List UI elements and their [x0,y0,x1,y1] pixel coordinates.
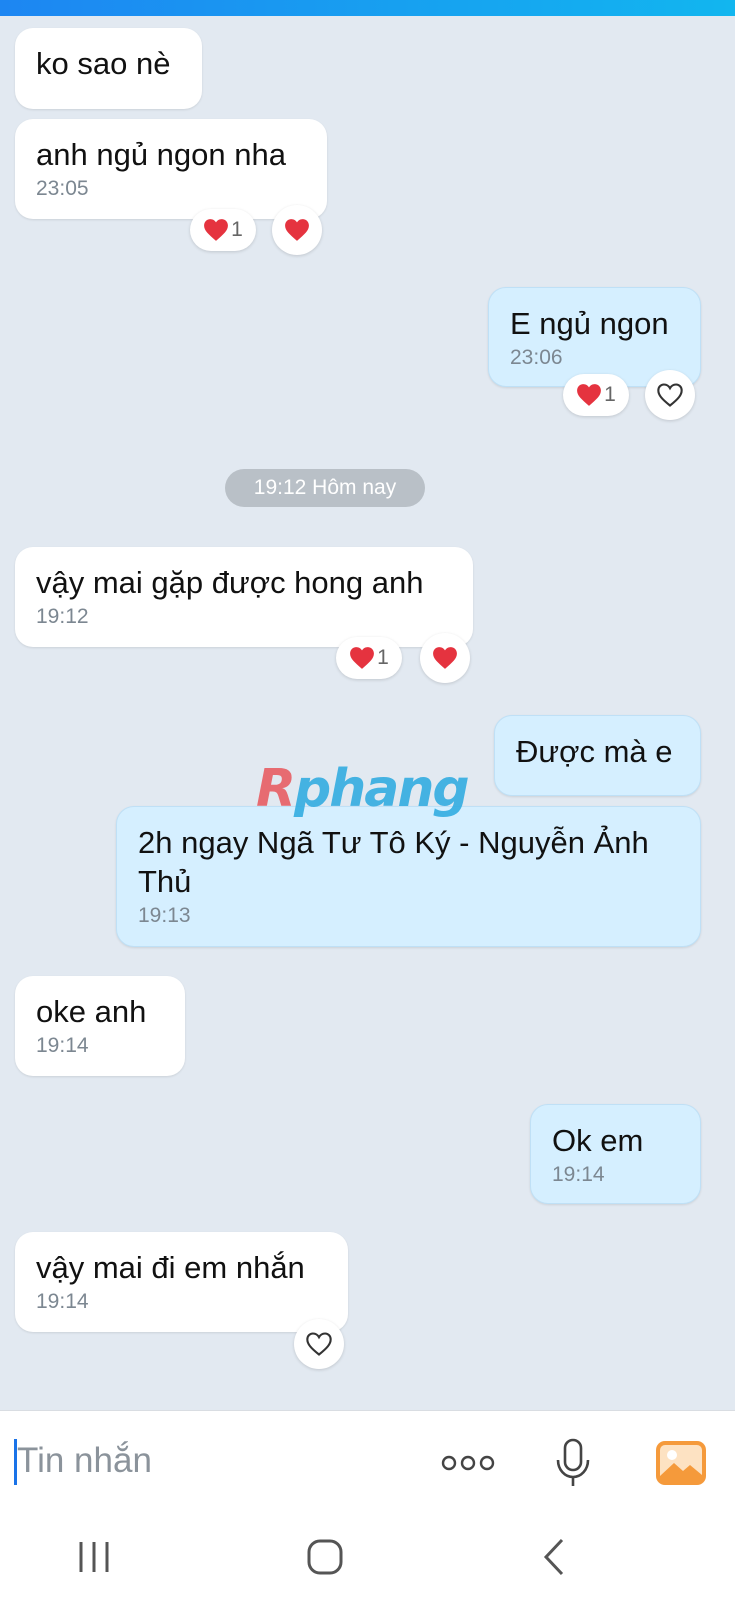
message-time: 23:06 [510,346,563,369]
back-icon [543,1538,564,1576]
message-text: Được mà e [516,734,673,769]
message-time: 19:14 [552,1163,605,1186]
react-button[interactable] [645,370,695,420]
message-text: Ok em [552,1123,644,1158]
reaction-count: 1 [377,646,389,669]
reaction-count-badge[interactable]: 1 [190,209,256,251]
message-bubble-received[interactable]: vậy mai gặp được hong anh 19:12 [15,547,473,647]
heart-icon [204,219,229,241]
message-text: ko sao nè [36,46,171,81]
heart-icon [433,647,457,669]
voice-button[interactable] [543,1433,603,1493]
message-text: anh ngủ ngon nha [36,137,286,172]
message-bubble-received[interactable]: oke anh 19:14 [15,976,185,1076]
reaction-count: 1 [231,218,243,241]
date-separator: 19:12 Hôm nay [225,469,425,507]
image-icon [656,1441,706,1485]
microphone-icon [556,1438,590,1486]
chat-thread[interactable]: ko sao nè anh ngủ ngon nha 23:05 1 E ngủ… [0,16,735,1410]
react-button[interactable] [272,205,322,255]
message-bubble-received[interactable]: anh ngủ ngon nha 23:05 [15,119,327,219]
message-text: E ngủ ngon [510,306,669,341]
status-bar-accent [0,0,735,16]
message-time: 19:14 [36,1290,89,1313]
message-bubble-received[interactable]: ko sao nè [15,28,202,109]
recent-apps-icon [79,1542,109,1572]
react-button[interactable] [294,1319,344,1369]
home-button[interactable] [295,1534,355,1580]
react-button[interactable] [420,633,470,683]
message-time: 23:05 [36,177,89,200]
message-text: vậy mai đi em nhắn [36,1250,305,1285]
reaction-count: 1 [604,383,616,406]
reaction-count-badge[interactable]: 1 [336,637,402,679]
message-input[interactable] [17,1431,397,1491]
reaction-count-badge[interactable]: 1 [563,374,629,416]
back-button[interactable] [524,1534,584,1580]
message-bubble-sent[interactable]: Ok em 19:14 [530,1104,701,1204]
message-bubble-sent[interactable]: Được mà e [494,715,701,796]
heart-outline-icon [306,1332,332,1356]
more-button[interactable] [438,1433,498,1493]
image-button[interactable] [651,1433,711,1493]
heart-icon [577,384,602,406]
message-time: 19:13 [138,904,191,927]
message-bubble-sent[interactable]: 2h ngay Ngã Tư Tô Ký - Nguyễn Ảnh Thủ 19… [116,806,701,947]
message-composer [0,1410,735,1514]
message-text: vậy mai gặp được hong anh [36,565,424,600]
message-text: oke anh [36,994,147,1029]
more-icon [441,1455,495,1471]
heart-icon [350,647,375,669]
message-time: 19:12 [36,605,89,628]
message-bubble-received[interactable]: vậy mai đi em nhắn 19:14 [15,1232,348,1332]
heart-outline-icon [657,383,683,407]
message-time: 19:14 [36,1034,89,1057]
system-navigation-bar [0,1514,735,1600]
home-icon [307,1539,343,1575]
recent-apps-button[interactable] [64,1534,124,1580]
message-text: 2h ngay Ngã Tư Tô Ký - Nguyễn Ảnh Thủ [138,825,649,899]
heart-icon [285,219,309,241]
